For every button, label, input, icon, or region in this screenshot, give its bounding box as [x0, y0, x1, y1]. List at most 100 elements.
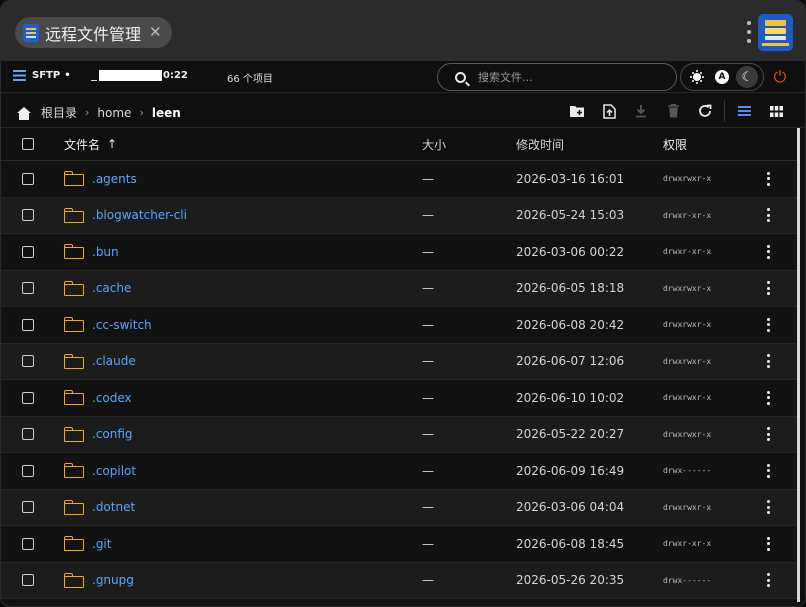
auto-theme-button[interactable]: A — [711, 66, 733, 88]
file-name-link[interactable]: .cache — [92, 281, 131, 295]
row-menu-icon[interactable] — [766, 281, 770, 296]
folder-icon — [64, 390, 84, 406]
dark-theme-button[interactable]: ☾ — [736, 66, 759, 88]
folder-icon — [64, 536, 84, 552]
row-menu-icon[interactable] — [766, 427, 770, 442]
file-name-link[interactable]: .dotnet — [92, 500, 135, 514]
row-checkbox[interactable] — [21, 391, 34, 404]
header-size[interactable]: 大小 — [422, 136, 516, 153]
window-menu-icon[interactable] — [746, 21, 752, 43]
file-name-link[interactable]: .gnupg — [92, 573, 134, 587]
file-mtime: 2026-06-08 20:42 — [516, 317, 625, 332]
breadcrumb-root[interactable]: 根目录 — [41, 104, 77, 121]
row-menu-icon[interactable] — [766, 536, 770, 551]
file-name-link[interactable]: .agents — [92, 172, 137, 186]
table-row[interactable]: .codex — 2026-06-10 10:02 drwxrwxr-x — [1, 380, 797, 417]
file-size: — — [422, 463, 434, 478]
refresh-button[interactable] — [689, 94, 721, 128]
sort-ascending-icon[interactable]: ↑ — [107, 137, 117, 151]
connection-toolbar: SFTP • 0:22 66 个项目 A ☾ ⏻ — [1, 61, 805, 93]
folder-icon — [64, 572, 84, 588]
new-folder-button[interactable] — [561, 94, 593, 128]
file-mtime: 2026-06-09 16:49 — [516, 463, 625, 478]
close-tab-icon[interactable]: ✕ — [149, 25, 162, 40]
light-theme-button[interactable] — [686, 66, 708, 88]
table-row[interactable]: .blogwatcher-cli — 2026-05-24 15:03 drwx… — [1, 197, 797, 234]
table-row[interactable]: .config — 2026-05-22 20:27 drwxrwxr-x — [1, 416, 797, 453]
breadcrumb-home[interactable]: home — [97, 106, 131, 120]
file-size: — — [422, 171, 434, 186]
download-icon — [636, 105, 646, 118]
file-size: — — [422, 536, 434, 551]
row-menu-icon[interactable] — [766, 573, 770, 588]
folder-icon — [64, 207, 84, 223]
table-row[interactable]: .claude — 2026-06-07 12:06 drwxrwxr-x — [1, 343, 797, 380]
row-menu-icon[interactable] — [766, 208, 770, 223]
scrollbar[interactable] — [797, 128, 805, 606]
row-checkbox[interactable] — [21, 282, 34, 295]
file-name-link[interactable]: .claude — [92, 354, 136, 368]
row-checkbox[interactable] — [21, 537, 34, 550]
row-checkbox[interactable] — [21, 501, 34, 514]
row-checkbox[interactable] — [21, 209, 34, 222]
row-menu-icon[interactable] — [766, 354, 770, 369]
header-name[interactable]: 文件名 ↑ — [55, 136, 422, 153]
row-menu-icon[interactable] — [766, 463, 770, 478]
table-row[interactable]: .dotnet — 2026-03-06 04:04 drwxrwxr-x — [1, 489, 797, 526]
row-checkbox[interactable] — [21, 464, 34, 477]
table-row[interactable]: .cache — 2026-06-05 18:18 drwxrwxr-x — [1, 270, 797, 307]
breadcrumb: 根目录 › home › leen — [17, 104, 181, 121]
file-name-link[interactable]: .bun — [92, 245, 119, 259]
table-row[interactable]: .cc-switch — 2026-06-08 20:42 drwxrwxr-x — [1, 307, 797, 344]
window-tab[interactable]: 远程文件管理 ✕ — [15, 17, 172, 48]
search-box[interactable] — [437, 63, 677, 91]
row-checkbox[interactable] — [21, 574, 34, 587]
download-button[interactable] — [625, 94, 657, 128]
table-row[interactable]: .git — 2026-06-08 18:45 drwxr-xr-x — [1, 526, 797, 563]
row-checkbox[interactable] — [21, 172, 34, 185]
folder-icon — [64, 353, 84, 369]
connection-status: SFTP • — [13, 70, 71, 81]
file-table: 文件名 ↑ 大小 修改时间 权限 .agents — 2026-03-16 16… — [1, 128, 797, 599]
file-actions — [561, 94, 792, 128]
row-checkbox[interactable] — [21, 245, 34, 258]
row-menu-icon[interactable] — [766, 317, 770, 332]
row-checkbox[interactable] — [21, 355, 34, 368]
row-menu-icon[interactable] — [766, 500, 770, 515]
file-name-link[interactable]: .codex — [92, 391, 132, 405]
row-checkbox[interactable] — [21, 318, 34, 331]
server-app-icon — [23, 23, 39, 42]
row-menu-icon[interactable] — [766, 390, 770, 405]
folder-icon — [64, 499, 84, 515]
home-icon[interactable] — [17, 106, 31, 120]
table-row[interactable]: .bun — 2026-03-06 00:22 drwxr-xr-x — [1, 234, 797, 271]
file-name-link[interactable]: .cc-switch — [92, 318, 152, 332]
search-input[interactable] — [478, 70, 668, 84]
table-row[interactable]: .copilot — 2026-06-09 16:49 drwx------ — [1, 453, 797, 490]
breadcrumb-current[interactable]: leen — [152, 106, 181, 120]
disconnect-power-icon[interactable]: ⏻ — [772, 69, 788, 85]
file-name-link[interactable]: .copilot — [92, 464, 136, 478]
table-row[interactable]: .gnupg — 2026-05-26 20:35 drwx------ — [1, 562, 797, 599]
header-permissions[interactable]: 权限 — [663, 136, 758, 153]
refresh-icon — [699, 104, 712, 117]
delete-button[interactable] — [657, 94, 689, 128]
folder-icon — [64, 463, 84, 479]
select-all-checkbox[interactable] — [21, 138, 34, 150]
file-name-link[interactable]: .blogwatcher-cli — [92, 208, 187, 222]
header-mtime[interactable]: 修改时间 — [516, 136, 663, 153]
row-menu-icon[interactable] — [766, 244, 770, 259]
row-checkbox[interactable] — [21, 428, 34, 441]
scrollbar-thumb[interactable] — [797, 128, 800, 602]
grid-view-button[interactable] — [760, 94, 792, 128]
file-name-link[interactable]: .config — [92, 427, 133, 441]
upload-button[interactable] — [593, 94, 625, 128]
list-view-button[interactable] — [728, 94, 760, 128]
status-dot: • — [64, 70, 71, 81]
folder-icon — [64, 426, 84, 442]
row-menu-icon[interactable] — [766, 171, 770, 186]
table-row[interactable]: .agents — 2026-03-16 16:01 drwxrwxr-x — [1, 161, 797, 198]
file-size: — — [422, 354, 434, 369]
file-name-link[interactable]: .git — [92, 537, 111, 551]
file-mtime: 2026-05-24 15:03 — [516, 208, 625, 223]
